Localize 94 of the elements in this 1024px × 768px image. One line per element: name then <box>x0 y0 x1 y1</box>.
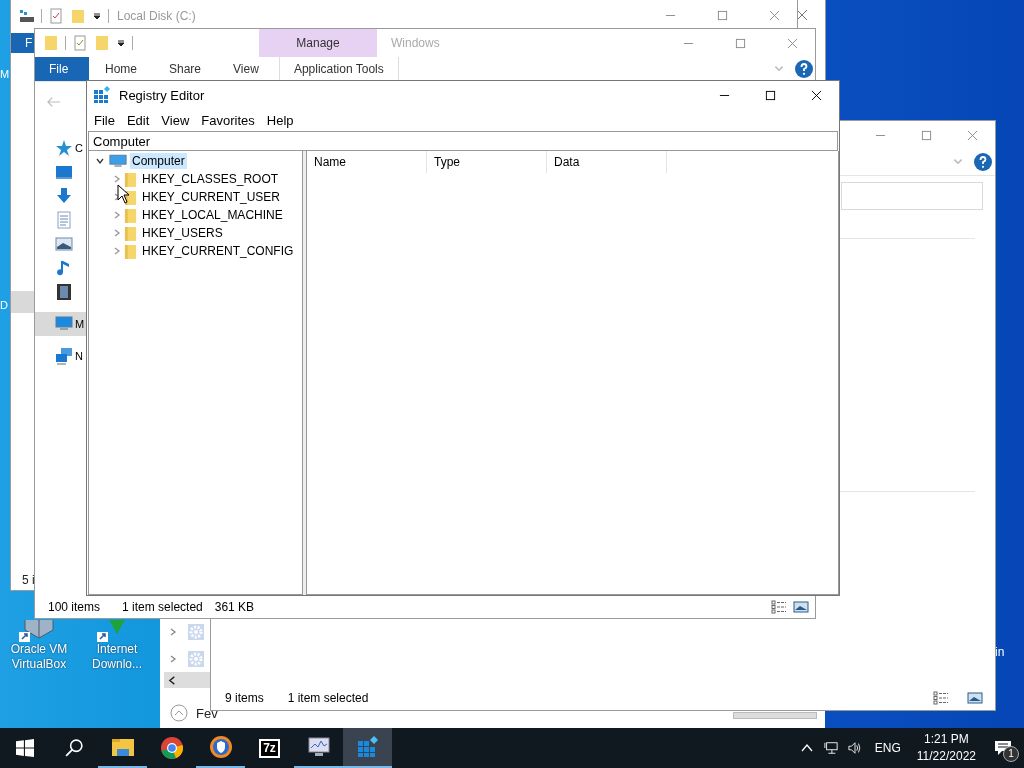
column-header[interactable]: Data <box>547 151 667 173</box>
language-indicator[interactable]: ENG <box>874 741 901 755</box>
menu-item[interactable]: Favorites <box>195 112 261 128</box>
chevron-right-icon[interactable] <box>168 653 178 664</box>
menu-item[interactable]: Help <box>260 112 300 128</box>
search-field[interactable] <box>841 182 983 210</box>
ribbon-tab[interactable]: View <box>217 57 275 81</box>
folder-icon <box>124 243 137 259</box>
tree-item[interactable]: HKEY_LOCAL_MACHINE <box>140 207 285 223</box>
close-icon[interactable] <box>810 89 822 101</box>
volume-icon[interactable] <box>847 740 862 756</box>
checklist-icon[interactable] <box>72 35 88 51</box>
clock[interactable]: 1:21 PM 11/22/2022 <box>916 731 976 765</box>
chevron-down-icon[interactable] <box>95 156 105 166</box>
tree-item[interactable]: HKEY_CURRENT_USER <box>140 189 283 205</box>
archive-logo: 7z <box>259 738 280 758</box>
notification-count-badge: 1 <box>1003 746 1019 762</box>
dropdown-icon[interactable] <box>116 38 126 48</box>
scroll-bar[interactable] <box>733 712 817 719</box>
windows-logo-icon[interactable] <box>15 739 34 757</box>
desktop-label: in <box>995 645 1005 659</box>
nav-item[interactable]: N <box>35 344 87 368</box>
scroll-left-icon[interactable] <box>168 675 177 685</box>
folder-icon <box>124 171 137 187</box>
thumbnail-view-icon[interactable] <box>793 600 809 614</box>
address-field[interactable]: Computer <box>88 131 838 151</box>
maximize-icon[interactable] <box>764 89 776 101</box>
folder-icon <box>124 207 137 223</box>
desktop-icon <box>55 163 73 181</box>
network-icon <box>55 347 73 365</box>
status-text: 1 item selected <box>287 691 369 705</box>
notifications-button[interactable]: 1 <box>982 728 1024 768</box>
window-title: Local Disk (C:) <box>117 8 196 23</box>
desktop-label: M <box>0 68 10 80</box>
ribbon-tab[interactable]: Home <box>89 57 153 81</box>
menu-item[interactable]: Edit <box>120 112 156 128</box>
drive-icon <box>19 7 35 24</box>
chevron-right-icon[interactable] <box>168 626 178 637</box>
gear-icon <box>188 650 204 667</box>
scroll-bar[interactable] <box>164 672 212 688</box>
chevron-right-icon[interactable] <box>112 174 122 184</box>
picture-icon <box>55 235 73 253</box>
document-icon <box>55 211 73 229</box>
computer-icon <box>109 153 127 169</box>
star-icon <box>55 139 73 157</box>
tree-item[interactable]: HKEY_CLASSES_ROOT <box>140 171 281 187</box>
column-header[interactable]: Name <box>307 151 427 173</box>
browser-logo-icon <box>159 736 184 760</box>
nav-item[interactable]: C <box>35 136 87 160</box>
thumbnail-view-icon[interactable] <box>967 691 983 705</box>
collapse-up-icon[interactable] <box>170 704 188 722</box>
status-text: 100 items <box>48 600 101 614</box>
download-arrow-icon <box>55 187 73 205</box>
status-text: 361 KB <box>214 600 255 614</box>
taskbar-app-button[interactable]: 7z <box>245 728 294 768</box>
status-text: 5 i <box>22 573 35 587</box>
window-title: Registry Editor <box>119 87 205 103</box>
details-view-icon[interactable] <box>771 600 787 614</box>
context-tab-header: Manage <box>259 29 377 57</box>
registry-icon <box>355 735 380 759</box>
help-icon[interactable] <box>795 60 813 78</box>
folder-icon <box>124 225 137 241</box>
shield-logo-icon <box>208 735 233 759</box>
film-icon <box>55 283 73 301</box>
ribbon-tab[interactable]: Share <box>153 57 218 81</box>
computer-icon <box>55 315 73 333</box>
chevron-right-icon[interactable] <box>112 228 122 238</box>
file-tab[interactable]: F <box>11 33 37 53</box>
registry-icon <box>93 86 111 104</box>
nav-item[interactable]: M <box>35 312 87 336</box>
mouse-cursor-icon <box>117 184 129 204</box>
details-view-icon[interactable] <box>933 691 949 705</box>
menu-item[interactable]: View <box>155 112 196 128</box>
chevron-right-icon[interactable] <box>112 246 122 256</box>
ribbon-tab[interactable]: File <box>35 57 89 81</box>
tree-item[interactable]: HKEY_CURRENT_CONFIG <box>140 243 296 259</box>
search-icon[interactable] <box>64 739 83 757</box>
network-icon[interactable] <box>823 740 838 756</box>
folder-icon <box>43 35 59 51</box>
chevron-right-icon[interactable] <box>112 210 122 220</box>
column-header[interactable]: Type <box>427 151 547 173</box>
checklist-icon[interactable] <box>48 7 64 24</box>
help-icon[interactable] <box>974 153 992 171</box>
gear-icon <box>188 623 204 640</box>
details-toggle-link[interactable]: Fev <box>196 705 218 721</box>
monitor-chart-icon <box>306 735 331 759</box>
tree-item[interactable]: HKEY_USERS <box>140 225 225 241</box>
desktop-label: D <box>0 299 8 311</box>
status-text: 1 item selected <box>122 600 203 614</box>
dropdown-icon[interactable] <box>92 10 102 21</box>
status-text: 9 items <box>225 691 264 705</box>
menu-item[interactable]: File <box>88 112 121 128</box>
tree-item[interactable]: Computer <box>130 153 187 169</box>
window-title: Windows <box>391 36 440 50</box>
